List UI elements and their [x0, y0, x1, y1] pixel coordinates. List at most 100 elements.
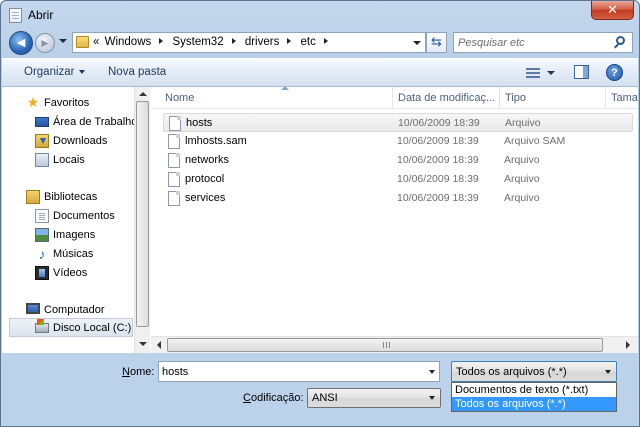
file-name: lmhosts.sam — [185, 135, 247, 147]
file-row-hosts[interactable]: hosts 10/06/2009 18:39 Arquivo — [163, 113, 633, 132]
breadcrumb-item-system32[interactable]: System32 — [172, 36, 223, 48]
scroll-up-icon[interactable] — [139, 92, 147, 96]
help-icon[interactable]: ? — [606, 64, 623, 81]
recent-places-icon — [35, 153, 49, 167]
encoding-label-text: odificação: — [250, 392, 304, 404]
preview-pane-icon[interactable] — [574, 65, 589, 79]
file-type-dropdown-list: Documentos de texto (*.txt) Todos os arq… — [451, 382, 617, 412]
search-input[interactable] — [458, 35, 608, 50]
chevron-down-icon[interactable] — [605, 370, 611, 374]
option-text-documents[interactable]: Documentos de texto (*.txt) — [452, 383, 616, 397]
column-date-modified[interactable]: Data de modificaç... — [393, 87, 500, 109]
music-icon: ♪ — [38, 246, 46, 262]
address-history-dropdown[interactable] — [409, 33, 425, 52]
nav-local-disk[interactable]: Disco Local (C:) — [9, 318, 133, 337]
file-type: Arquivo — [505, 117, 541, 129]
file-row-protocol[interactable]: protocol 10/06/2009 18:39 Arquivo — [163, 170, 633, 189]
column-name[interactable]: Nome — [160, 87, 393, 109]
file-date: 10/06/2009 18:39 — [397, 154, 479, 166]
computer-icon — [26, 303, 40, 314]
search-icon[interactable] — [616, 36, 625, 45]
nav-downloads[interactable]: Downloads — [2, 132, 134, 151]
file-icon — [168, 153, 180, 168]
file-type-filter-value: Todos os arquivos (*.*) — [456, 366, 567, 378]
breadcrumb-item-windows[interactable]: Windows — [105, 36, 152, 48]
organize-label: Organizar — [24, 66, 75, 78]
file-date: 10/06/2009 18:39 — [397, 173, 479, 185]
file-row-networks[interactable]: networks 10/06/2009 18:39 Arquivo — [163, 151, 633, 170]
column-type[interactable]: Tipo — [500, 87, 606, 109]
view-options-dropdown[interactable] — [547, 71, 555, 75]
nav-pictures[interactable]: Imagens — [2, 226, 134, 245]
file-name-label-text: ome: — [129, 366, 155, 378]
column-size[interactable]: Tama — [606, 87, 639, 109]
file-name-label-accel: N — [122, 366, 130, 378]
downloads-icon — [35, 134, 49, 148]
navigation-scrollbar[interactable] — [134, 87, 150, 353]
file-type: Arquivo — [504, 192, 540, 204]
nav-documents-label: Documentos — [53, 210, 115, 222]
window-title: Abrir — [28, 8, 54, 22]
chevron-right-icon[interactable] — [323, 38, 328, 45]
encoding-select[interactable]: ANSI — [307, 388, 441, 408]
chevron-right-icon[interactable] — [231, 38, 236, 45]
file-list-horizontal-scrollbar[interactable] — [151, 336, 638, 353]
chevron-right-icon[interactable] — [287, 38, 292, 45]
scroll-right-icon[interactable] — [626, 341, 630, 349]
file-icon — [168, 191, 180, 206]
navigation-pane: ★ Favoritos Área de Trabalho Downloads L… — [2, 87, 150, 353]
option-all-files[interactable]: Todos os arquivos (*.*) — [452, 397, 616, 411]
file-row-lmhosts[interactable]: lmhosts.sam 10/06/2009 18:39 Arquivo SAM — [163, 132, 633, 151]
breadcrumb-item-etc[interactable]: etc — [301, 36, 316, 48]
sort-ascending-icon — [281, 87, 289, 90]
scrollbar-thumb[interactable] — [167, 338, 603, 352]
address-bar[interactable]: « Windows System32 drivers etc — [72, 32, 426, 53]
file-list: Nome Data de modificaç... Tipo Tama host… — [151, 87, 638, 353]
chevron-down-icon[interactable] — [429, 396, 435, 400]
forward-button[interactable]: ► — [35, 33, 55, 53]
file-name: protocol — [185, 173, 225, 185]
nav-libraries-label: Bibliotecas — [44, 191, 98, 203]
breadcrumb-overflow[interactable]: « — [93, 36, 99, 48]
file-name: networks — [185, 154, 230, 166]
file-row-services[interactable]: services 10/06/2009 18:39 Arquivo — [163, 189, 633, 208]
file-name: services — [185, 192, 226, 204]
nav-favorites[interactable]: ★ Favoritos — [2, 94, 134, 113]
back-button[interactable]: ◄ — [9, 31, 33, 55]
scrollbar-thumb[interactable] — [136, 101, 149, 327]
nav-recent-places[interactable]: Locais — [2, 151, 134, 170]
scroll-left-icon[interactable] — [157, 341, 161, 349]
search-box[interactable] — [453, 32, 633, 53]
nav-music-label: Músicas — [53, 248, 94, 260]
organize-button[interactable]: Organizar — [24, 66, 85, 78]
file-name-label: Nome: — [122, 366, 154, 378]
nav-documents[interactable]: Documentos — [2, 207, 134, 226]
encoding-label: Codificação: — [243, 392, 304, 404]
change-view-icon[interactable] — [526, 67, 540, 79]
breadcrumb: « Windows System32 drivers etc — [93, 36, 334, 48]
recent-pages-dropdown[interactable] — [59, 39, 67, 43]
nav-desktop[interactable]: Área de Trabalho — [2, 113, 138, 132]
nav-favorites-label: Favoritos — [44, 97, 90, 109]
encoding-value: ANSI — [312, 392, 338, 404]
nav-videos[interactable]: Vídeos — [2, 264, 134, 283]
nav-libraries[interactable]: Bibliotecas — [2, 188, 134, 207]
file-icon — [168, 172, 180, 187]
file-type: Arquivo — [504, 173, 540, 185]
chevron-down-icon[interactable] — [429, 370, 435, 374]
command-bar: Organizar Nova pasta ? — [2, 58, 638, 87]
nav-music[interactable]: ♪ Músicas — [2, 245, 134, 264]
nav-desktop-label: Área de Trabalho — [53, 116, 138, 128]
chevron-right-icon[interactable] — [159, 38, 164, 45]
file-type: Arquivo SAM — [504, 135, 566, 147]
file-name-input[interactable] — [162, 364, 417, 379]
nav-downloads-label: Downloads — [53, 135, 108, 147]
refresh-button[interactable]: ⇆ — [426, 32, 447, 53]
breadcrumb-item-drivers[interactable]: drivers — [245, 36, 280, 48]
file-name-combobox[interactable] — [158, 361, 440, 382]
nav-recent-places-label: Locais — [53, 154, 85, 166]
scroll-down-icon[interactable] — [139, 342, 147, 346]
new-folder-button[interactable]: Nova pasta — [108, 66, 166, 78]
file-type-filter-select[interactable]: Todos os arquivos (*.*) — [451, 361, 617, 382]
close-button[interactable]: ✕ — [591, 1, 634, 20]
